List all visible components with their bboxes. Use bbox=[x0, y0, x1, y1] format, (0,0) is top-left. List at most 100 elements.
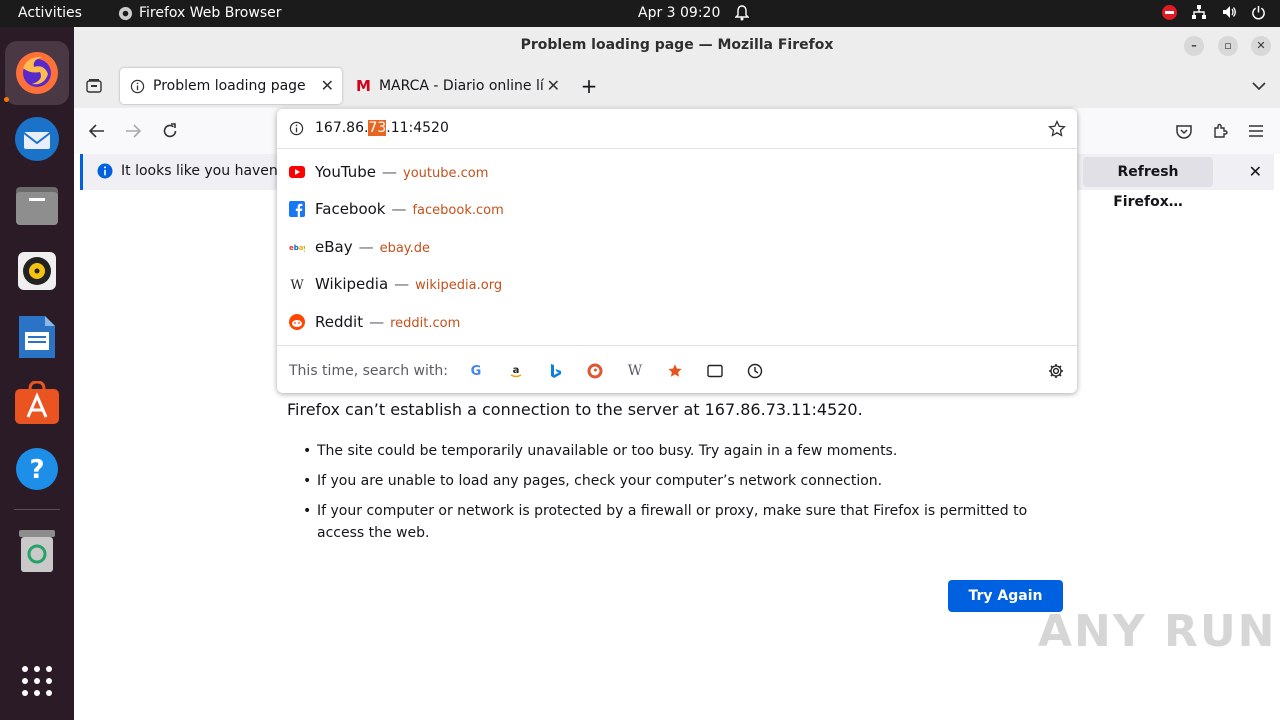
maximize-button[interactable]: ▫ bbox=[1218, 36, 1238, 56]
facebook-icon bbox=[289, 201, 305, 217]
app-grid-icon bbox=[22, 666, 52, 696]
tab-label: MARCA - Diario online líd bbox=[378, 78, 544, 94]
firefox-view-button[interactable] bbox=[81, 73, 107, 99]
help-launcher[interactable]: ? bbox=[5, 437, 69, 501]
suggestion-facebook[interactable]: Facebook — facebook.com bbox=[277, 191, 1077, 227]
power-icon bbox=[1252, 5, 1265, 19]
svg-text:?: ? bbox=[29, 455, 44, 485]
app-center-launcher[interactable] bbox=[5, 371, 69, 435]
puzzle-icon bbox=[1214, 123, 1228, 138]
history-icon[interactable] bbox=[746, 362, 764, 380]
amazon-icon[interactable]: a bbox=[507, 362, 525, 380]
youtube-icon bbox=[289, 166, 305, 178]
suggestion-ebay[interactable]: ebay eBay—ebay.de bbox=[277, 229, 1077, 265]
system-tray[interactable] bbox=[1162, 4, 1266, 20]
trash-launcher[interactable] bbox=[5, 519, 69, 583]
one-off-search-bar: This time, search with: G a W bbox=[277, 345, 1077, 393]
firefox-icon bbox=[16, 52, 58, 94]
network-icon bbox=[1192, 5, 1206, 19]
urlbar-dropdown: 167.86.73.11:4520 YouTube — youtube.com Fa… bbox=[277, 109, 1077, 393]
search-with-label: This time, search with: bbox=[289, 363, 448, 379]
info-icon bbox=[130, 79, 145, 93]
svg-text:W: W bbox=[290, 278, 304, 292]
close-tab-icon[interactable]: ✕ bbox=[321, 76, 334, 95]
tab-strip: Problem loading page ✕ M MARCA - Diario … bbox=[74, 64, 1280, 108]
bookmark-star-icon[interactable] bbox=[1048, 120, 1066, 138]
url-input[interactable]: 167.86.73.11:4520 bbox=[277, 109, 1077, 149]
notification-message: It looks like you haven’t bbox=[121, 163, 288, 179]
rhythmbox-launcher[interactable] bbox=[5, 239, 69, 303]
ebay-icon: ebay bbox=[289, 244, 305, 252]
tab-problem-loading[interactable]: Problem loading page ✕ bbox=[120, 68, 342, 104]
app-center-icon bbox=[15, 381, 59, 424]
firefox-view-icon bbox=[86, 79, 102, 93]
app-menu[interactable]: Firefox Web Browser bbox=[118, 5, 282, 21]
suggestion-reddit[interactable]: Reddit — reddit.com bbox=[277, 304, 1077, 340]
marca-favicon-icon: M bbox=[356, 77, 371, 95]
clock[interactable]: Apr 3 09:20 bbox=[638, 5, 720, 21]
running-indicator bbox=[4, 97, 9, 102]
anyrun-watermark: ANY RUN bbox=[1038, 606, 1277, 657]
back-button[interactable] bbox=[84, 118, 110, 144]
help-icon: ? bbox=[16, 448, 58, 490]
list-item: If you are unable to load any pages, che… bbox=[303, 470, 1077, 492]
volume-icon bbox=[1223, 6, 1236, 18]
extensions-button[interactable] bbox=[1207, 118, 1233, 144]
activities-button[interactable]: Activities bbox=[18, 5, 82, 21]
trash-icon bbox=[19, 530, 55, 572]
libreoffice-writer-icon bbox=[19, 316, 55, 358]
suggestion-youtube[interactable]: YouTube — youtube.com bbox=[277, 154, 1077, 190]
minimize-button[interactable]: – bbox=[1184, 36, 1204, 56]
tabs-icon[interactable] bbox=[706, 362, 724, 380]
top-bar: Activities Firefox Web Browser Apr 3 09:… bbox=[0, 0, 1280, 27]
forward-button[interactable] bbox=[120, 118, 146, 144]
close-tab-icon[interactable]: ✕ bbox=[547, 76, 560, 95]
bing-icon[interactable] bbox=[547, 362, 565, 380]
show-apps-button[interactable] bbox=[5, 649, 69, 713]
close-window-button[interactable]: ✕ bbox=[1251, 36, 1271, 56]
suggestion-wikipedia[interactable]: W Wikipedia — wikipedia.org bbox=[277, 266, 1077, 302]
info-blue-icon bbox=[97, 163, 113, 179]
thunderbird-launcher[interactable] bbox=[5, 107, 69, 171]
do-not-disturb-icon[interactable] bbox=[1162, 4, 1177, 20]
firefox-launcher[interactable] bbox=[5, 41, 69, 105]
pocket-button[interactable] bbox=[1171, 118, 1197, 144]
google-icon[interactable]: G bbox=[467, 362, 485, 380]
reload-icon bbox=[163, 123, 177, 138]
hamburger-icon bbox=[1249, 125, 1263, 137]
dock-separator bbox=[14, 509, 60, 510]
list-item: If your computer or network is protected… bbox=[303, 500, 1077, 544]
refresh-firefox-button[interactable]: Refresh Firefox… bbox=[1083, 157, 1213, 210]
svg-text:a: a bbox=[513, 365, 520, 376]
search-settings-gear-icon[interactable] bbox=[1047, 362, 1065, 380]
reload-button[interactable] bbox=[157, 118, 183, 144]
dock: ? bbox=[0, 27, 74, 720]
bookmarks-star-icon[interactable] bbox=[666, 362, 684, 380]
app-name-label: Firefox Web Browser bbox=[139, 5, 282, 21]
url-text[interactable]: 167.86.73.11:4520 bbox=[315, 120, 449, 136]
wikipedia-search-icon[interactable]: W bbox=[626, 362, 644, 380]
files-icon bbox=[16, 187, 58, 225]
wikipedia-icon: W bbox=[290, 278, 304, 292]
back-arrow-icon bbox=[89, 124, 104, 138]
error-suggestions-list: The site could be temporarily unavailabl… bbox=[303, 440, 1077, 552]
notification-bell-icon[interactable] bbox=[734, 5, 750, 25]
pocket-icon bbox=[1176, 124, 1192, 139]
rhythmbox-icon bbox=[18, 252, 56, 290]
close-notification-icon[interactable]: ✕ bbox=[1249, 162, 1262, 181]
list-all-tabs-icon[interactable] bbox=[1246, 73, 1272, 99]
firefox-small-icon bbox=[118, 6, 133, 20]
site-info-icon[interactable] bbox=[289, 121, 304, 136]
files-launcher[interactable] bbox=[5, 173, 69, 237]
writer-launcher[interactable] bbox=[5, 305, 69, 369]
tab-label: Problem loading page bbox=[153, 78, 306, 94]
tab-marca[interactable]: M MARCA - Diario online líd ✕ bbox=[346, 68, 568, 104]
new-tab-button[interactable]: + bbox=[576, 73, 602, 99]
app-menu-button[interactable] bbox=[1243, 118, 1269, 144]
error-long-desc: Firefox can’t establish a connection to … bbox=[287, 400, 863, 419]
title-bar: Problem loading page — Mozilla Firefox –… bbox=[74, 27, 1280, 64]
duckduckgo-icon[interactable] bbox=[586, 362, 604, 380]
list-item: The site could be temporarily unavailabl… bbox=[303, 440, 1077, 462]
forward-arrow-icon bbox=[126, 124, 141, 138]
selected-text: 73 bbox=[368, 120, 387, 136]
